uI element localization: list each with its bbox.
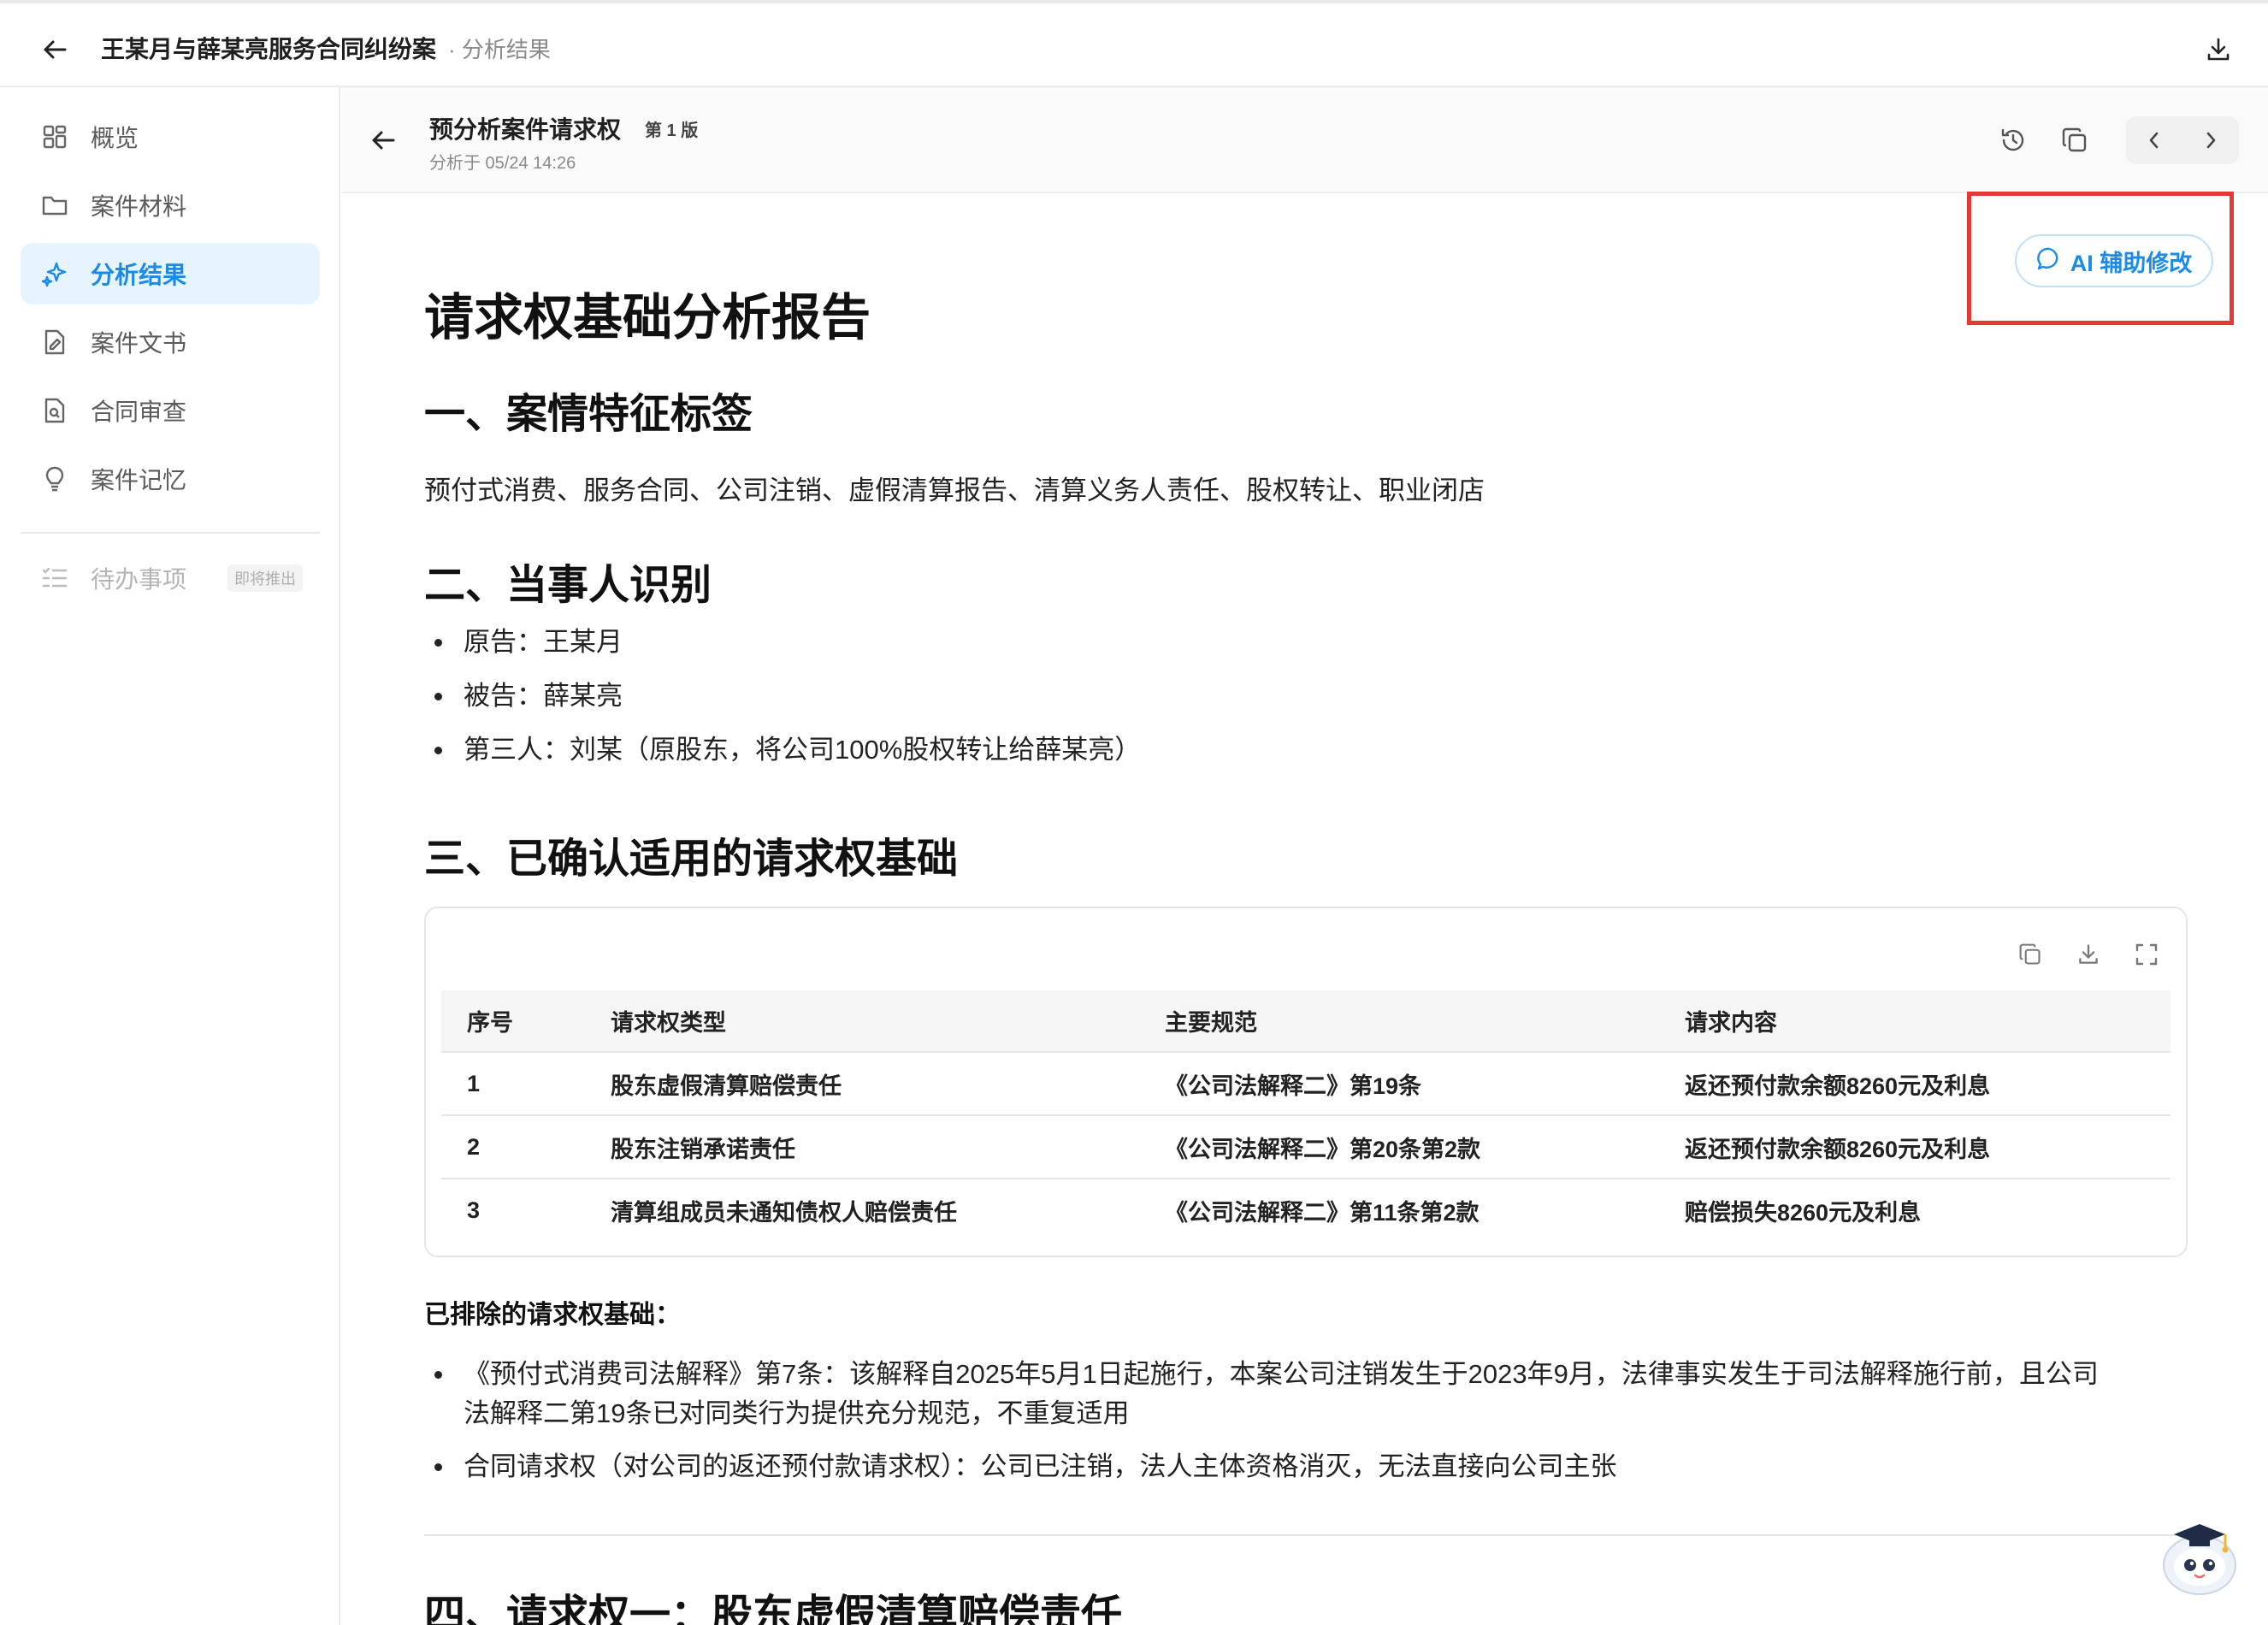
list-item: 合同请求权（对公司的返还预付款请求权）：公司已注销，法人主体资格消灭，无法直接向…	[424, 1447, 2188, 1486]
copy-icon[interactable]	[2013, 937, 2047, 972]
table-header-row: 序号 请求权类型 主要规范 请求内容	[441, 990, 2171, 1052]
table-cell: 清算组成员未通知债权人赔偿责任	[585, 1178, 1139, 1242]
history-icon[interactable]	[1994, 121, 2032, 159]
download-icon[interactable]	[2200, 31, 2237, 68]
chat-bubble-icon	[2036, 246, 2062, 276]
analysis-toolbar: 预分析案件请求权 第 1 版 分析于 05/24 14:26	[342, 87, 2268, 193]
lightbulb-icon	[39, 464, 70, 494]
section-heading: 四、请求权一：股东虚假清算赔偿责任	[424, 1592, 1123, 1625]
sidebar-item-contract-review[interactable]: 合同审查	[21, 380, 320, 441]
table-cell: 1	[441, 1051, 585, 1115]
report-title: 请求权基础分析报告	[424, 290, 871, 346]
sidebar-item-label: 合同审查	[91, 399, 187, 425]
column-header: 请求权类型	[585, 990, 1139, 1052]
sidebar-item-materials[interactable]: 案件材料	[21, 174, 320, 236]
sidebar: 概览 案件材料 分析结果 案件文书 合同审查 案件记忆 待办事项 即将推出	[0, 87, 340, 1625]
table-cell: 2	[441, 1114, 585, 1179]
section-heading: 三、已确认适用的请求权基础	[424, 836, 959, 882]
table-cell: 股东注销承诺责任	[585, 1114, 1139, 1179]
analysis-title: 预分析案件请求权	[429, 116, 622, 143]
table-cell: 返还预付款余额8260元及利息	[1659, 1051, 2171, 1115]
table-cell: 《公司法解释二》第20条第2款	[1139, 1114, 1659, 1179]
list-item-line: 《预付式消费司法解释》第7条：该解释自2025年5月1日起施行，本案公司注销发生…	[464, 1359, 2099, 1389]
back-arrow-icon[interactable]	[38, 32, 72, 67]
table-cell: 返还预付款余额8260元及利息	[1659, 1114, 2171, 1179]
list-item-line: 法解释二第19条已对同类行为提供充分规范，不重复适用	[464, 1398, 1130, 1428]
back-arrow-icon[interactable]	[366, 123, 400, 157]
table-row: 2 股东注销承诺责任 《公司法解释二》第20条第2款 返还预付款余额8260元及…	[441, 1114, 2171, 1179]
page-navigator	[2126, 116, 2239, 164]
column-header: 请求内容	[1659, 990, 2171, 1052]
sidebar-item-label: 分析结果	[91, 262, 187, 288]
column-header: 主要规范	[1139, 990, 1659, 1052]
version-badge: 第 1 版	[645, 121, 699, 140]
sidebar-item-label: 待办事项	[91, 566, 187, 593]
list-item: 《预付式消费司法解释》第7条：该解释自2025年5月1日起施行，本案公司注销发生…	[424, 1355, 2188, 1433]
sidebar-item-documents[interactable]: 案件文书	[21, 311, 320, 373]
sidebar-item-memory[interactable]: 案件记忆	[21, 448, 320, 510]
table-cell: 3	[441, 1178, 585, 1242]
excluded-label: 已排除的请求权基础：	[424, 1301, 681, 1329]
sidebar-item-label: 案件材料	[91, 193, 187, 220]
folder-icon	[39, 190, 70, 221]
sidebar-item-label: 概览	[91, 125, 139, 151]
table-cell: 赔偿损失8260元及利息	[1659, 1178, 2171, 1242]
sidebar-divider	[21, 532, 320, 534]
contract-search-icon	[39, 395, 70, 426]
list-item: 第三人：刘某（原股东，将公司100%股权转让给薛某亮）	[424, 730, 1141, 770]
list-item: 原告：王某月	[424, 623, 1141, 662]
table-row: 3 清算组成员未通知债权人赔偿责任 《公司法解释二》第11条第2款 赔偿损失82…	[441, 1178, 2171, 1242]
excluded-list: 《预付式消费司法解释》第7条：该解释自2025年5月1日起施行，本案公司注销发生…	[424, 1355, 2188, 1486]
sidebar-item-overview[interactable]: 概览	[21, 106, 320, 168]
copy-icon[interactable]	[2056, 121, 2094, 159]
chevron-right-icon[interactable]	[2182, 116, 2239, 164]
section-heading: 一、案情特征标签	[424, 392, 753, 437]
sidebar-item-todo: 待办事项 即将推出	[21, 547, 320, 609]
claims-table: 序号 请求权类型 主要规范 请求内容 1 股东虚假清算赔偿责任 《公司法解释二》…	[441, 990, 2171, 1242]
ai-assist-button[interactable]: AI 辅助修改	[2015, 234, 2213, 287]
list-item: 被告：薛某亮	[424, 677, 1141, 716]
table-cell: 《公司法解释二》第11条第2款	[1139, 1178, 1659, 1242]
coming-soon-badge: 即将推出	[227, 564, 304, 592]
grid-icon	[39, 121, 70, 152]
download-icon[interactable]	[2071, 937, 2106, 972]
table-cell: 《公司法解释二》第19条	[1139, 1051, 1659, 1115]
checklist-icon	[39, 563, 70, 594]
sidebar-item-label: 案件记忆	[91, 467, 187, 493]
case-tags: 预付式消费、服务合同、公司注销、虚假清算报告、清算义务人责任、股权转让、职业闭店	[424, 476, 1485, 505]
assistant-mascot-icon[interactable]	[2155, 1509, 2244, 1598]
column-header: 序号	[441, 990, 585, 1052]
ai-assist-label: AI 辅助修改	[2070, 250, 2193, 276]
sparkle-icon	[39, 258, 70, 289]
fullscreen-icon[interactable]	[2129, 937, 2164, 972]
table-cell: 股东虚假清算赔偿责任	[585, 1051, 1139, 1115]
sidebar-item-label: 案件文书	[91, 330, 187, 357]
document-icon	[39, 327, 70, 358]
divider	[424, 1534, 2188, 1536]
analysis-timestamp: 分析于 05/24 14:26	[429, 154, 576, 173]
section-heading: 二、当事人识别	[424, 563, 712, 608]
party-list: 原告：王某月 被告：薛某亮 第三人：刘某（原股东，将公司100%股权转让给薛某亮…	[424, 623, 1141, 770]
table-row: 1 股东虚假清算赔偿责任 《公司法解释二》第19条 返还预付款余额8260元及利…	[441, 1051, 2171, 1115]
case-subtitle: · 分析结果	[448, 37, 551, 62]
top-header: 王某月与薛某亮服务合同纠纷案 · 分析结果	[0, 0, 2268, 87]
sidebar-item-analysis[interactable]: 分析结果	[21, 243, 320, 304]
claims-table-card: 序号 请求权类型 主要规范 请求内容 1 股东虚假清算赔偿责任 《公司法解释二》…	[424, 907, 2188, 1257]
chevron-left-icon[interactable]	[2126, 116, 2182, 164]
case-title: 王某月与薛某亮服务合同纠纷案	[101, 36, 437, 62]
